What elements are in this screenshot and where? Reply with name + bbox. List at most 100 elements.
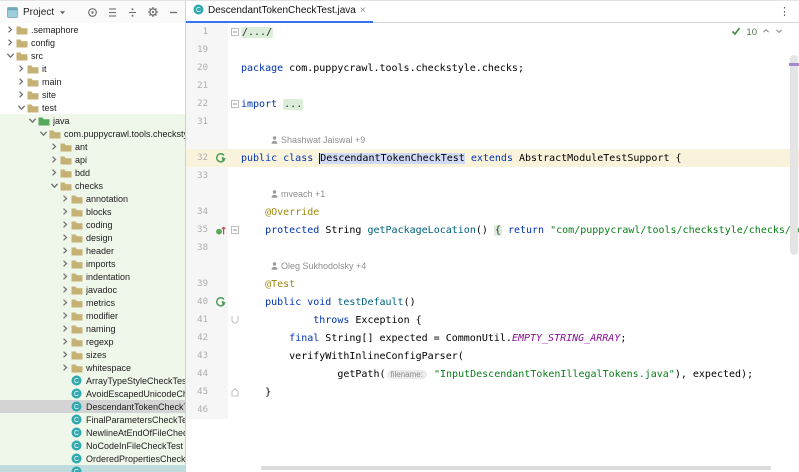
close-icon[interactable]: × — [360, 6, 366, 16]
tree-item-config[interactable]: config — [0, 36, 185, 49]
code-author-inlay[interactable]: mveach +1 — [241, 189, 325, 199]
chevron-right-icon[interactable] — [5, 38, 15, 47]
tree-item-newlineatendoffilechecktest[interactable]: CNewlineAtEndOfFileCheckTest — [0, 426, 185, 439]
tree-item[interactable]: C — [0, 465, 185, 472]
tree-item-header[interactable]: header — [0, 244, 185, 257]
fold-cell — [228, 41, 241, 59]
hide-panel-icon — [168, 7, 179, 18]
tree-item-test[interactable]: test — [0, 101, 185, 114]
chevron-right-icon[interactable] — [60, 194, 70, 203]
chevron-right-icon[interactable] — [60, 298, 70, 307]
tree-item-bdd[interactable]: bdd — [0, 166, 185, 179]
tree-item-sizes[interactable]: sizes — [0, 348, 185, 361]
chevron-right-icon[interactable] — [60, 311, 70, 320]
chevron-right-icon[interactable] — [49, 142, 59, 151]
vertical-scrollbar-thumb[interactable] — [790, 55, 798, 255]
tree-item-whitespace[interactable]: whitespace — [0, 361, 185, 374]
chevron-right-icon[interactable] — [60, 337, 70, 346]
tree-item-java[interactable]: java — [0, 114, 185, 127]
chevron-right-icon[interactable] — [49, 155, 59, 164]
tree-chevron-down-icon[interactable] — [5, 51, 15, 60]
hide-panel-icon[interactable] — [168, 7, 179, 18]
chevron-right-icon[interactable] — [5, 25, 15, 34]
tree-item-com-puppycrawl-tools-checkstyle[interactable]: com.puppycrawl.tools.checkstyle — [0, 127, 185, 140]
tree-item-descendanttokenchecktest[interactable]: CDescendantTokenCheckTest — [0, 400, 185, 413]
chevron-right-icon[interactable] — [60, 220, 70, 229]
line-number: 1 — [186, 23, 213, 41]
chevron-up-icon[interactable] — [762, 27, 770, 38]
chevron-right-icon[interactable] — [16, 90, 26, 99]
tree-item-finalparameterschecktest[interactable]: CFinalParametersCheckTest — [0, 413, 185, 426]
run-test-icon[interactable] — [213, 293, 228, 311]
collapse-all-icon[interactable] — [127, 7, 138, 18]
tree-item-metrics[interactable]: metrics — [0, 296, 185, 309]
overriding-method-icon[interactable] — [213, 221, 228, 239]
line-number: 19 — [186, 41, 213, 59]
chevron-right-icon[interactable] — [60, 324, 70, 333]
tree-item-src[interactable]: src — [0, 49, 185, 62]
code-author-inlay[interactable]: Shashwat Jaiswal +9 — [241, 135, 365, 145]
locate-file-icon[interactable] — [87, 7, 98, 18]
tree-item-coding[interactable]: coding — [0, 218, 185, 231]
code-token: /.../ — [241, 27, 273, 38]
fold-box-icon — [231, 100, 239, 108]
tree-item-arraytypestylechecktest[interactable]: CArrayTypeStyleCheckTest — [0, 374, 185, 387]
code-author-inlay[interactable]: Oleg Sukhodolsky +4 — [241, 261, 366, 271]
fold-home-icon[interactable] — [228, 383, 241, 401]
chevron-right-icon[interactable] — [60, 350, 70, 359]
tree-item-javadoc[interactable]: javadoc — [0, 283, 185, 296]
fold-box-icon[interactable] — [228, 95, 241, 113]
tree-item-ant[interactable]: ant — [0, 140, 185, 153]
fold-box-icon[interactable] — [228, 221, 241, 239]
chevron-right-icon[interactable] — [60, 207, 70, 216]
class-icon: C — [71, 414, 82, 425]
tree-item-main[interactable]: main — [0, 75, 185, 88]
tree-item-label: ArrayTypeStyleCheckTest — [86, 376, 185, 386]
chevron-right-icon[interactable] — [60, 285, 70, 294]
chevron-right-icon[interactable] — [60, 246, 70, 255]
horizontal-scrollbar[interactable] — [261, 466, 771, 470]
tree-chevron-down-icon[interactable] — [49, 181, 59, 190]
tree-item-nocodeinfilechecktest[interactable]: CNoCodeInFileCheckTest — [0, 439, 185, 452]
chevron-down-icon[interactable] — [59, 3, 66, 21]
tree-item-it[interactable]: it — [0, 62, 185, 75]
tree-item-api[interactable]: api — [0, 153, 185, 166]
tree-item-regexp[interactable]: regexp — [0, 335, 185, 348]
run-test-icon[interactable] — [213, 149, 228, 167]
chevron-right-icon[interactable] — [16, 64, 26, 73]
tree-item-modifier[interactable]: modifier — [0, 309, 185, 322]
tab-descendanttokenchecktest[interactable]: C DescendantTokenCheckTest.java × — [186, 1, 373, 23]
fold-box-icon[interactable] — [228, 23, 241, 41]
tree-chevron-down-icon[interactable] — [38, 129, 48, 138]
expand-all-icon[interactable] — [107, 7, 118, 18]
fold-arc-icon[interactable] — [228, 311, 241, 329]
tree-item--semaphore[interactable]: .semaphore — [0, 23, 185, 36]
chevron-right-icon[interactable] — [60, 259, 70, 268]
tree-item-blocks[interactable]: blocks — [0, 205, 185, 218]
settings-gear-icon[interactable] — [147, 6, 159, 18]
code-editor[interactable]: 10 1/.../1920package com.puppycrawl.tool… — [186, 23, 799, 472]
chevron-right-icon[interactable] — [49, 168, 59, 177]
chevron-right-icon[interactable] — [60, 363, 70, 372]
kebab-menu-icon[interactable]: ⋮ — [779, 5, 799, 18]
tree-item-imports[interactable]: imports — [0, 257, 185, 270]
code-line-45: 45 } — [186, 383, 799, 401]
tree-item-design[interactable]: design — [0, 231, 185, 244]
tree-item-naming[interactable]: naming — [0, 322, 185, 335]
folder-icon — [27, 77, 39, 87]
tree-item-indentation[interactable]: indentation — [0, 270, 185, 283]
chevron-right-icon[interactable] — [60, 233, 70, 242]
tree-item-checks[interactable]: checks — [0, 179, 185, 192]
tree-item-annotation[interactable]: annotation — [0, 192, 185, 205]
chevron-down-icon[interactable] — [775, 27, 783, 38]
tree-item-site[interactable]: site — [0, 88, 185, 101]
tree-item-avoidescapedunicodecharactersche[interactable]: CAvoidEscapedUnicodeCharactersChe — [0, 387, 185, 400]
tree-item-orderedpropertieschecktest[interactable]: COrderedPropertiesCheckTest — [0, 452, 185, 465]
tree-chevron-down-icon[interactable] — [16, 103, 26, 112]
vertical-scrollbar[interactable] — [790, 37, 798, 467]
chevron-right-icon[interactable] — [16, 77, 26, 86]
code-text: throws Exception { — [241, 311, 799, 329]
chevron-right-icon[interactable] — [60, 272, 70, 281]
inspections-widget[interactable]: 10 — [731, 26, 783, 39]
tree-chevron-down-icon[interactable] — [27, 116, 37, 125]
